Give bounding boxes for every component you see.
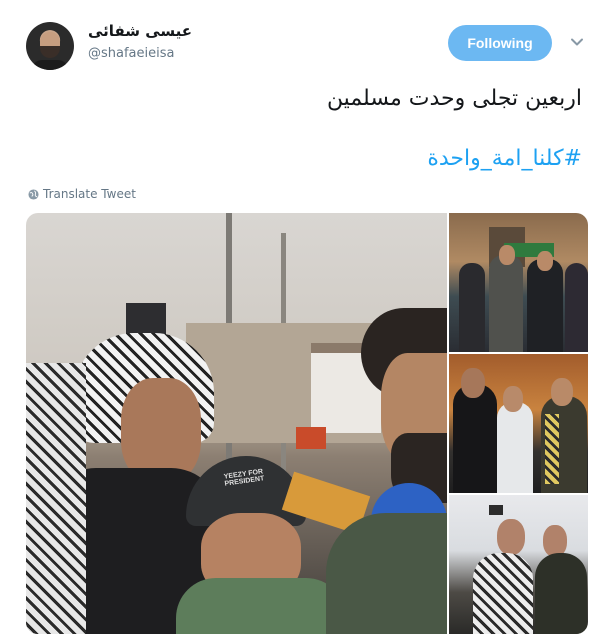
photo-person	[497, 402, 533, 493]
photo-top-right[interactable]	[449, 213, 588, 352]
photo-phone	[489, 505, 503, 515]
following-button[interactable]: Following	[448, 25, 552, 61]
photo-middle-right[interactable]	[449, 354, 588, 493]
avatar[interactable]	[26, 22, 74, 70]
photo-person	[453, 384, 497, 493]
tweet-text: اربعین تجلی وحدت مسلمین	[326, 86, 582, 111]
photo-face	[499, 245, 515, 265]
translate-label: Translate Tweet	[43, 187, 136, 201]
photo-person	[489, 255, 523, 352]
photo-barrier	[296, 427, 326, 449]
photo-person	[473, 553, 533, 634]
globe-icon	[28, 188, 39, 200]
photo-scarf	[26, 363, 86, 634]
media-grid: YEEZY FOR PRESIDENT	[26, 213, 588, 634]
tweet-card: عیسی شفائی @shafaeieisa Following اربعین…	[0, 0, 604, 641]
hashtag-link[interactable]: #کلنا_امة_واحدة	[427, 146, 582, 171]
photo-person	[459, 263, 485, 352]
photo-person	[535, 553, 587, 634]
photo-face	[497, 519, 525, 555]
photo-face	[537, 251, 553, 271]
user-handle[interactable]: @shafaeieisa	[88, 46, 174, 61]
avatar-shirt	[32, 60, 68, 70]
photo-face	[551, 378, 573, 406]
photo-scarf	[545, 414, 559, 484]
chevron-down-icon[interactable]	[569, 34, 585, 50]
photo-main[interactable]: YEEZY FOR PRESIDENT	[26, 213, 447, 634]
photo-face	[461, 368, 485, 398]
photo-man-arm	[326, 513, 447, 634]
photo-boy-shirt	[176, 578, 346, 634]
photo-face	[503, 386, 523, 412]
translate-tweet-link[interactable]: Translate Tweet	[28, 187, 136, 201]
photo-person	[565, 263, 588, 352]
avatar-beard	[40, 46, 60, 58]
photo-bottom-right[interactable]	[449, 495, 588, 634]
photo-person	[527, 259, 563, 352]
display-name[interactable]: عیسی شفائی	[88, 22, 192, 40]
